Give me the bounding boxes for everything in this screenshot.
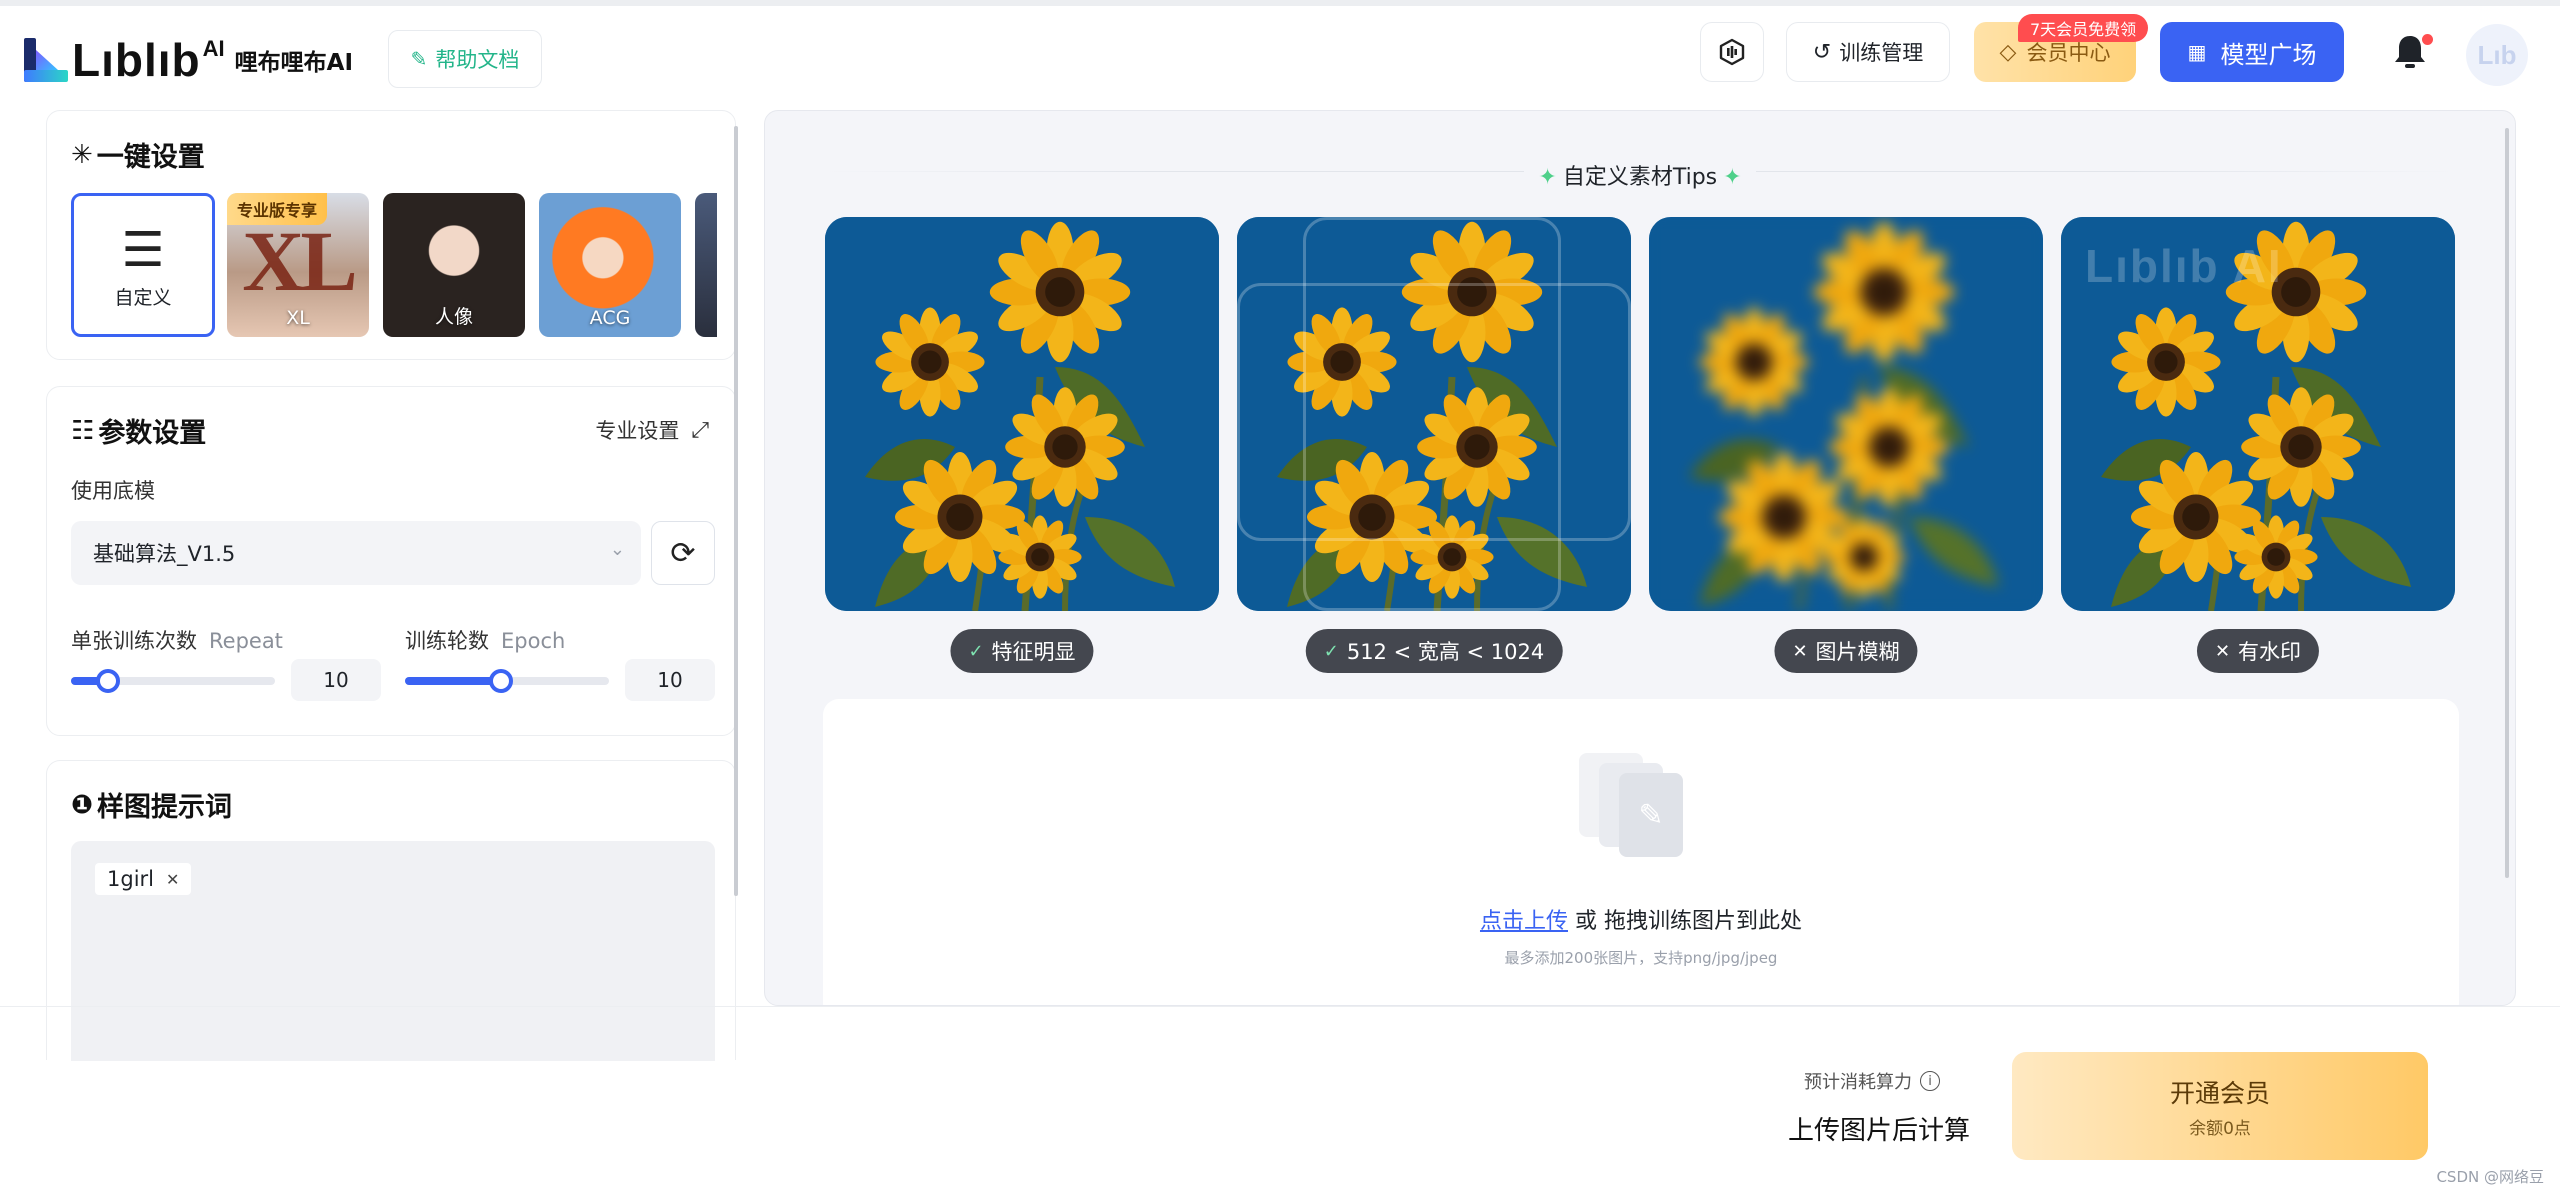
model-select-value: 基础算法_V1.5 bbox=[93, 542, 236, 566]
tip-image-blur bbox=[1649, 217, 2043, 611]
grid-icon: ▦ bbox=[2187, 40, 2207, 64]
watermark-credit: CSDN @网络豆 bbox=[2436, 1168, 2544, 1186]
param-title: ☷ 参数设置 bbox=[71, 415, 207, 450]
prompt-tag-label: 1girl bbox=[107, 867, 154, 891]
tip-tag-distinct: ✓ 特征明显 bbox=[950, 629, 1094, 673]
preset-portrait[interactable]: 人像 bbox=[383, 193, 525, 337]
model-market-button[interactable]: ▦ 模型广场 bbox=[2160, 22, 2344, 82]
cost-label: 预计消耗算力 i bbox=[1804, 1068, 1940, 1094]
train-manage-label: 训练管理 bbox=[1839, 41, 1924, 65]
logo-mark-icon bbox=[24, 38, 68, 82]
refresh-icon: ⟳ bbox=[670, 535, 696, 571]
footer-divider bbox=[0, 1006, 2560, 1007]
preset-xl[interactable]: XL 专业版专享 XL bbox=[227, 193, 369, 337]
epoch-slider-thumb[interactable] bbox=[488, 669, 513, 693]
magic-wand-icon: ✎ bbox=[410, 47, 428, 71]
watermark-text: Lıblıb AI bbox=[2085, 240, 2283, 292]
prompt-tag[interactable]: 1girl ✕ bbox=[95, 863, 192, 895]
cross-icon: ✕ bbox=[1792, 640, 1808, 662]
preset-more-partial[interactable] bbox=[695, 193, 717, 337]
sparkle-icon: ✦ bbox=[1723, 165, 1742, 190]
preset-custom[interactable]: ☰ 自定义 bbox=[71, 193, 215, 337]
pro-setting-button[interactable]: 专业设置 ⤢ bbox=[595, 415, 709, 445]
repeat-label: 单张训练次数 Repeat bbox=[71, 629, 283, 653]
repeat-slider[interactable] bbox=[71, 669, 275, 693]
logo-cn: 哩布哩布AI bbox=[234, 50, 353, 76]
close-icon[interactable]: ✕ bbox=[166, 870, 179, 889]
epoch-slider-fill bbox=[405, 677, 501, 685]
epoch-slider[interactable] bbox=[405, 669, 609, 693]
upload-panel: ✦ 自定义素材Tips ✦ Lıblıb AI ✓ 特征明显 ✓ 512 < 宽高 < … bbox=[764, 110, 2516, 1006]
preset-acg[interactable]: ACG bbox=[539, 193, 681, 337]
right-scrollbar[interactable] bbox=[2505, 128, 2509, 878]
logo[interactable]: Lıblıb AI 哩布哩布AI bbox=[24, 32, 353, 88]
tip-image-watermark: Lıblıb AI bbox=[2061, 217, 2455, 611]
expand-icon: ⤢ bbox=[691, 417, 709, 443]
click-upload-link[interactable]: 点击上传 bbox=[1480, 909, 1568, 934]
prompt-textarea[interactable]: 1girl ✕ bbox=[71, 841, 715, 1061]
upload-text: 点击上传 或 拖拽训练图片到此处 bbox=[1479, 909, 1802, 934]
tip-image-clear bbox=[825, 217, 1219, 611]
sparkle-icon: ✦ bbox=[1538, 165, 1557, 190]
tips-title: ✦ 自定义素材Tips ✦ bbox=[765, 159, 2515, 191]
pro-setting-label: 专业设置 bbox=[595, 419, 680, 443]
diamond-icon: ◇ bbox=[1999, 39, 2017, 65]
notification-dot bbox=[2422, 34, 2433, 45]
chart-icon bbox=[1719, 38, 1745, 66]
prompt-title: ❶ 样图提示词 bbox=[71, 789, 233, 824]
tip-image-size bbox=[1237, 217, 1631, 611]
prompt-card: ❶ 样图提示词 1girl ✕ bbox=[46, 760, 736, 1061]
model-select[interactable]: 基础算法_V1.5 ⌄ bbox=[71, 521, 641, 585]
cross-icon: ✕ bbox=[2214, 640, 2231, 662]
preset-card: ✳ 一键设置 ☰ 自定义 XL 专业版专享 XL 人像 ACG bbox=[46, 110, 736, 360]
logo-sup: AI bbox=[202, 36, 225, 61]
epoch-label: 训练轮数 Epoch bbox=[405, 629, 566, 653]
refresh-model-button[interactable]: ⟳ bbox=[651, 521, 715, 585]
avatar[interactable]: Lıb bbox=[2466, 24, 2528, 86]
balance-label: 余额0点 bbox=[2189, 1118, 2251, 1139]
pro-exclusive-badge: 专业版专享 bbox=[227, 193, 328, 225]
tip-tag-blur: ✕ 图片模糊 bbox=[1774, 629, 1918, 673]
open-membership-label: 开通会员 bbox=[2169, 1078, 2270, 1108]
left-scrollbar[interactable] bbox=[734, 126, 738, 896]
upload-dropzone[interactable]: ✎ 点击上传 或 拖拽训练图片到此处 最多添加200张图片，支持png/jpg/… bbox=[823, 699, 2459, 1005]
check-icon: ✓ bbox=[968, 640, 984, 662]
preset-label: 自定义 bbox=[114, 287, 172, 309]
preset-label: ACG bbox=[589, 307, 631, 329]
preset-xl-art: XL bbox=[242, 213, 357, 309]
model-label: 使用底模 bbox=[71, 479, 155, 503]
chevron-down-icon: ⌄ bbox=[609, 539, 625, 560]
cost-value: 上传图片后计算 bbox=[1788, 1116, 1971, 1146]
size-frame-landscape bbox=[1237, 283, 1631, 541]
epoch-input[interactable]: 10 bbox=[625, 659, 715, 701]
sunflower-image bbox=[825, 217, 1219, 611]
history-icon: ↺ bbox=[1812, 39, 1832, 65]
info-icon[interactable]: i bbox=[1920, 1071, 1940, 1091]
upload-hint: 最多添加200张图片，支持png/jpg/jpeg bbox=[1504, 949, 1778, 967]
stats-button[interactable] bbox=[1700, 22, 1764, 82]
help-docs-button[interactable]: ✎ 帮助文档 bbox=[388, 30, 542, 88]
train-manage-button[interactable]: ↺ 训练管理 bbox=[1786, 22, 1950, 82]
upload-images-icon: ✎ bbox=[1579, 753, 1703, 863]
sliders-icon: ☰ bbox=[121, 222, 165, 278]
open-membership-button[interactable]: 开通会员 余额0点 bbox=[2012, 1052, 2428, 1160]
member-promo-badge[interactable]: 7天会员免费领 bbox=[2018, 14, 2149, 42]
sunflower-image bbox=[1649, 217, 2043, 611]
check-icon: ✓ bbox=[1323, 640, 1339, 662]
preset-title: ✳ 一键设置 bbox=[71, 139, 205, 174]
help-docs-label: 帮助文档 bbox=[435, 48, 520, 72]
repeat-input[interactable]: 10 bbox=[291, 659, 381, 701]
model-market-label: 模型广场 bbox=[2220, 40, 2317, 69]
preset-label: 人像 bbox=[434, 306, 473, 328]
repeat-slider-thumb[interactable] bbox=[95, 669, 120, 693]
server-icon: ☷ bbox=[71, 415, 95, 446]
sparkle-click-icon: ✳ bbox=[71, 139, 93, 170]
preset-label: XL bbox=[286, 307, 310, 329]
tip-tag-size: ✓ 512 < 宽高 < 1024 bbox=[1305, 629, 1563, 673]
tip-tag-watermark: ✕ 有水印 bbox=[2196, 629, 2320, 673]
param-card: ☷ 参数设置 专业设置 ⤢ 使用底模 基础算法_V1.5 ⌄ ⟳ 单张训练次数 R… bbox=[46, 386, 736, 736]
hash-circle-icon: ❶ bbox=[71, 789, 94, 820]
logo-word: Lıblıb bbox=[72, 34, 201, 86]
